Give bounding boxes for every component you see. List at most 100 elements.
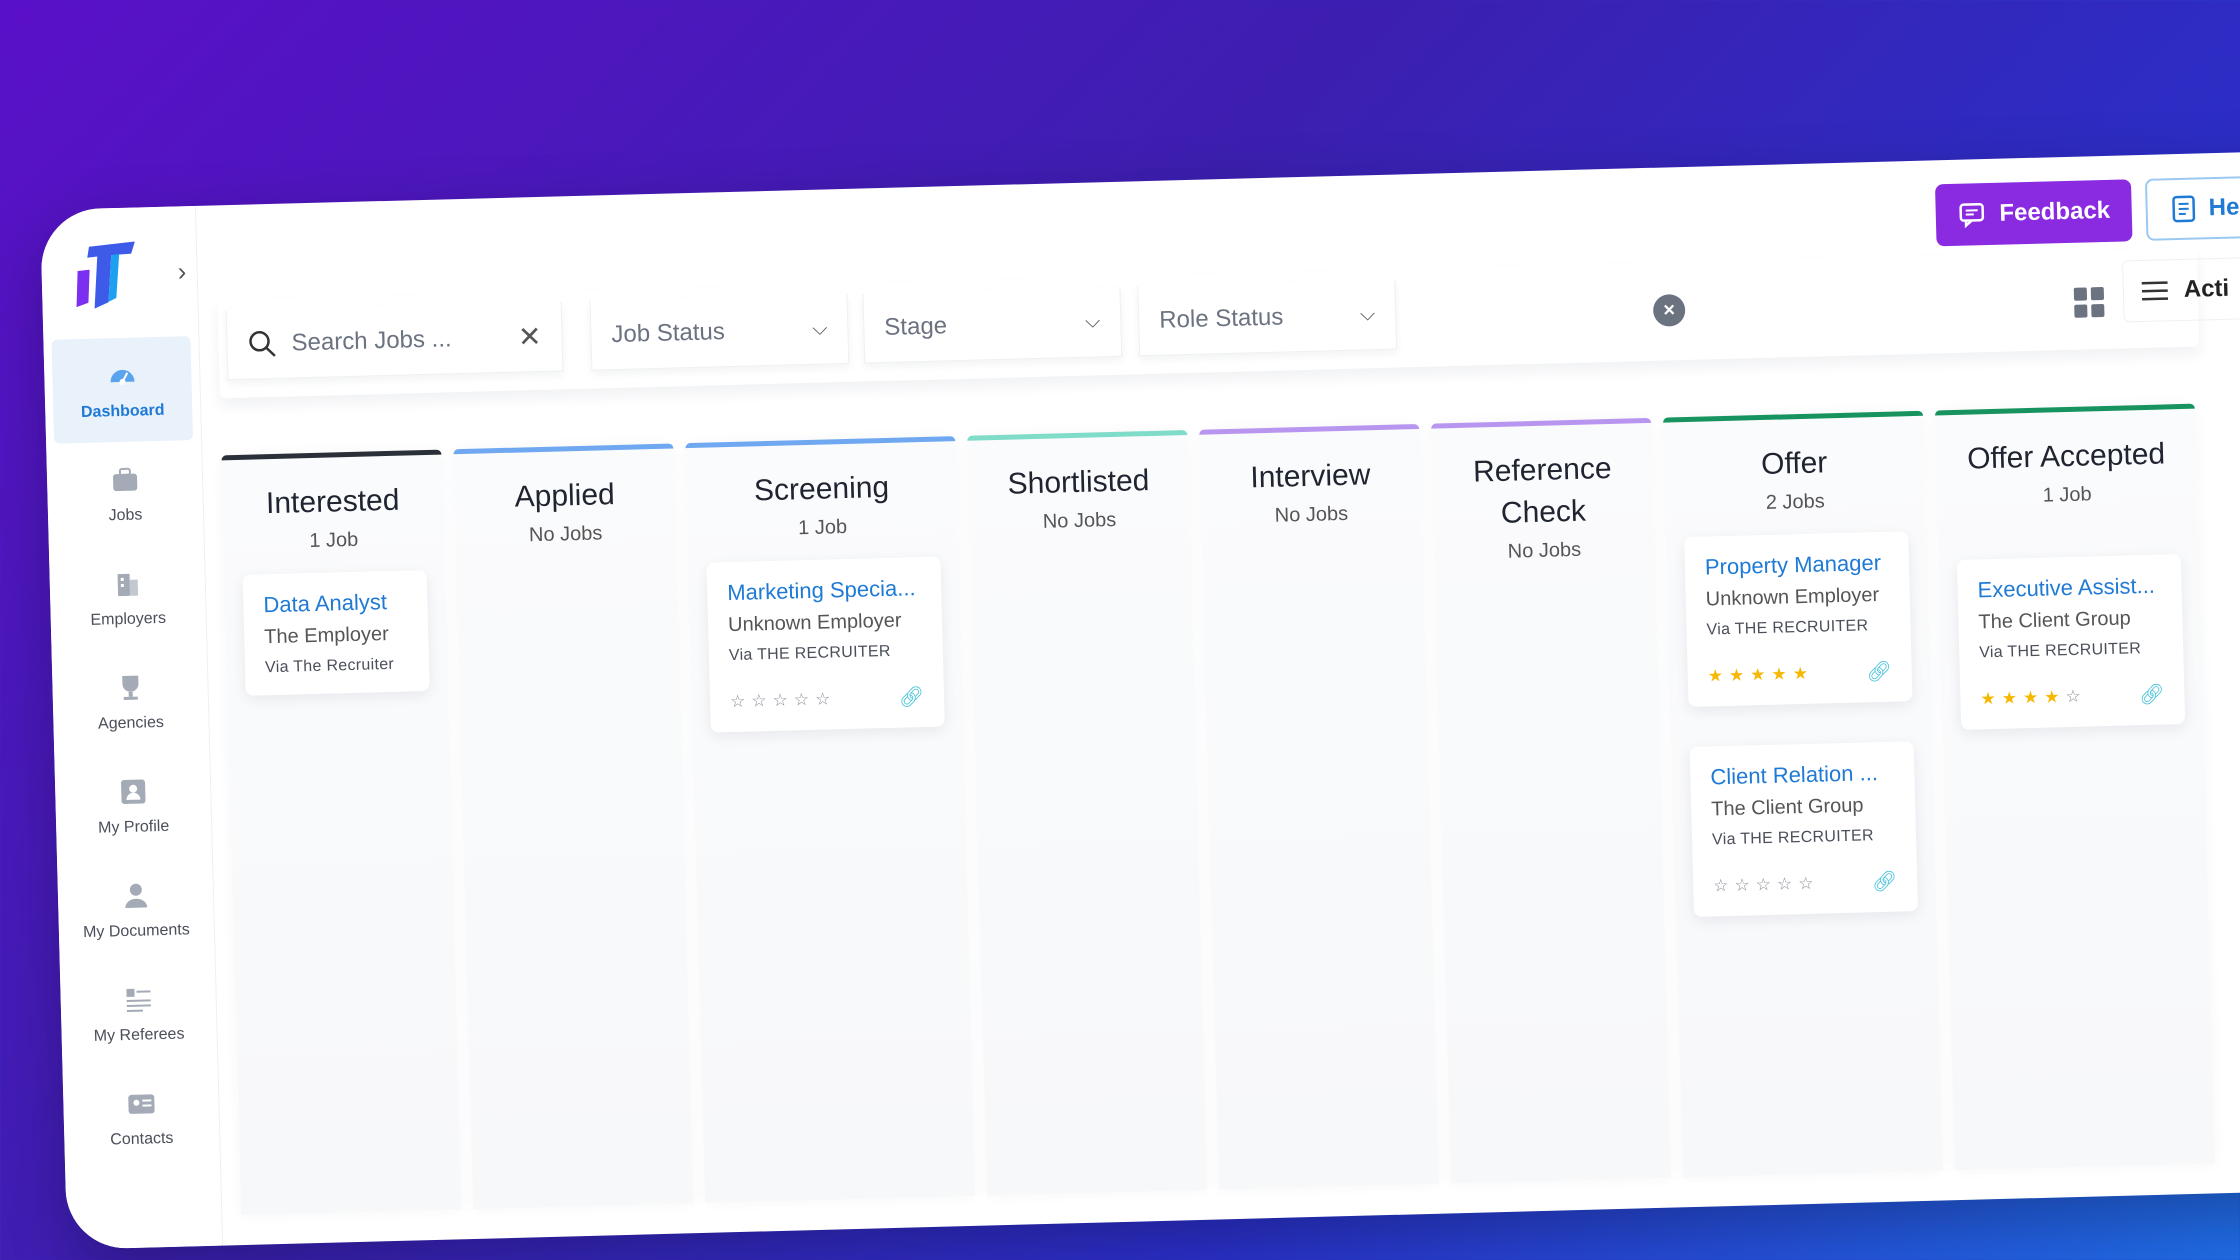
- expand-sidebar-chevron-icon[interactable]: ›: [177, 256, 186, 287]
- sidebar-item-agencies[interactable]: Agencies: [52, 648, 210, 756]
- column-title: Screening: [753, 470, 890, 508]
- search-icon: [249, 330, 276, 357]
- column-job-count: 1 Job: [2042, 483, 2092, 507]
- link-icon[interactable]: 🔗︎: [1866, 659, 1892, 685]
- sidebar-item-dashboard[interactable]: Dashboard: [51, 336, 194, 444]
- star-filled-icon[interactable]: ★: [1729, 665, 1751, 685]
- kanban-column-offer: Offer 2 Jobs Property Manager Unknown Emplo…: [1662, 410, 1943, 1178]
- kanban-column-offer-accepted: Offer Accepted 1 Job Executive Assist... Th…: [1934, 403, 2215, 1171]
- job-title-link[interactable]: Marketing Specia...: [727, 575, 922, 606]
- chevron-down-icon: ⌵: [1084, 310, 1101, 333]
- role-status-label: Role Status: [1158, 302, 1284, 334]
- column-header: Offer 2 Jobs: [1663, 416, 1925, 518]
- star-outline-icon[interactable]: ☆: [1713, 875, 1735, 895]
- star-filled-icon[interactable]: ★: [1750, 664, 1772, 684]
- sidebar-item-jobs[interactable]: Jobs: [46, 440, 204, 548]
- employer-name: Unknown Employer: [1705, 583, 1880, 611]
- job-card[interactable]: Client Relation ... The Client Group Via T…: [1689, 741, 1918, 917]
- star-filled-icon[interactable]: ★: [1792, 663, 1814, 683]
- app-logo[interactable]: [71, 239, 143, 311]
- job-card[interactable]: Property Manager Unknown Employer Via THE …: [1684, 531, 1913, 708]
- job-card[interactable]: Data Analyst The Employer Via The Recruite…: [242, 570, 430, 696]
- column-header: Screening 1 Job: [685, 441, 957, 543]
- contact-card-icon: [123, 1086, 158, 1121]
- sidebar-item-my-profile[interactable]: My Profile: [54, 752, 212, 860]
- column-job-count: No Jobs: [1274, 502, 1349, 527]
- sidebar-item-my-documents[interactable]: My Documents: [57, 856, 215, 964]
- sidebar-item-my-referees[interactable]: My Referees: [60, 960, 218, 1068]
- recruiter-via: Via The Recruiter: [264, 655, 395, 677]
- job-status-label: Job Status: [611, 317, 726, 348]
- column-title: Offer: [1760, 446, 1828, 482]
- column-header: Shortlisted No Jobs: [967, 435, 1189, 536]
- kanban-board: Interested 1 Job Data Analyst The Employer V…: [221, 399, 2240, 1216]
- clear-search-icon[interactable]: ✕: [518, 320, 542, 354]
- star-outline-icon[interactable]: ☆: [1755, 874, 1777, 894]
- star-filled-icon[interactable]: ★: [2044, 687, 2066, 707]
- recruiter-via: Via THE RECRUITER: [728, 642, 891, 665]
- role-status-select[interactable]: Role Status ⌵: [1137, 279, 1398, 357]
- chevron-down-icon: ⌵: [811, 317, 828, 340]
- card-footer: ☆☆☆☆☆ 🔗︎: [730, 684, 925, 714]
- help-button[interactable]: Help: [2144, 175, 2240, 241]
- column-title: Interview: [1249, 458, 1371, 495]
- star-filled-icon[interactable]: ★: [2023, 687, 2045, 707]
- link-icon[interactable]: 🔗︎: [898, 684, 924, 710]
- job-title-link[interactable]: Client Relation ...: [1710, 760, 1895, 791]
- rating-stars[interactable]: ☆☆☆☆☆: [1713, 873, 1820, 896]
- sidebar-item-label: Employers: [90, 609, 167, 629]
- star-outline-icon[interactable]: ☆: [772, 690, 794, 710]
- search-jobs-field[interactable]: Search Jobs ... ✕: [225, 301, 564, 381]
- column-job-count: No Jobs: [1507, 538, 1582, 563]
- job-title-link[interactable]: Property Manager: [1705, 550, 1890, 581]
- rating-stars[interactable]: ★★★★☆: [1980, 686, 2087, 709]
- actions-button[interactable]: Acti: [2122, 256, 2240, 323]
- star-outline-icon[interactable]: ☆: [751, 690, 773, 710]
- help-label: Help: [2208, 192, 2240, 222]
- star-outline-icon[interactable]: ☆: [815, 689, 837, 709]
- column-job-count: 2 Jobs: [1765, 490, 1825, 514]
- rating-stars[interactable]: ☆☆☆☆☆: [730, 689, 837, 712]
- star-filled-icon[interactable]: ★: [1708, 665, 1730, 685]
- employer-name: The Client Group: [1710, 794, 1864, 821]
- kanban-column-screening: Screening 1 Job Marketing Specia... Unknown…: [685, 436, 976, 1203]
- employer-name: The Employer: [263, 623, 390, 649]
- feedback-label: Feedback: [1999, 196, 2111, 227]
- stage-select[interactable]: Stage ⌵: [862, 286, 1123, 364]
- column-title: Shortlisted: [1007, 464, 1150, 501]
- rating-stars[interactable]: ★★★★★: [1708, 663, 1815, 686]
- gauge-icon: [104, 358, 139, 393]
- star-outline-icon[interactable]: ☆: [794, 689, 816, 709]
- clear-filters-icon[interactable]: ×: [1652, 293, 1686, 327]
- card-footer: ★★★★★ 🔗︎: [1707, 659, 1892, 689]
- star-filled-icon[interactable]: ★: [1980, 688, 2002, 708]
- recruiter-via: Via THE RECRUITER: [1706, 617, 1869, 639]
- grid-view-icon[interactable]: [2073, 286, 2106, 319]
- star-outline-icon[interactable]: ☆: [2065, 686, 2087, 706]
- star-outline-icon[interactable]: ☆: [1777, 874, 1799, 894]
- star-outline-icon[interactable]: ☆: [730, 691, 752, 711]
- star-outline-icon[interactable]: ☆: [1734, 875, 1756, 895]
- search-placeholder: Search Jobs ...: [291, 324, 452, 356]
- job-status-select[interactable]: Job Status ⌵: [589, 293, 850, 371]
- sidebar-item-label: My Documents: [82, 921, 190, 942]
- sidebar-item-label: My Profile: [97, 817, 170, 837]
- star-filled-icon[interactable]: ★: [1771, 664, 1793, 684]
- star-filled-icon[interactable]: ★: [2001, 688, 2023, 708]
- kanban-column-shortlisted: Shortlisted No Jobs: [967, 430, 1208, 1196]
- star-outline-icon[interactable]: ☆: [1798, 873, 1820, 893]
- job-title-link[interactable]: Executive Assist...: [1977, 573, 2162, 604]
- job-card[interactable]: Marketing Specia... Unknown Employer Via T…: [706, 556, 945, 733]
- kanban-column-reference-check: Reference Check No Jobs: [1431, 417, 1671, 1184]
- job-card[interactable]: Executive Assist... The Client Group Via T…: [1956, 554, 2186, 730]
- column-title: Interested: [265, 483, 400, 521]
- link-icon[interactable]: 🔗︎: [2139, 682, 2165, 708]
- sidebar-item-contacts[interactable]: Contacts: [62, 1064, 220, 1172]
- job-title-link[interactable]: Data Analyst: [263, 589, 408, 619]
- employer-name: Unknown Employer: [727, 609, 902, 637]
- column-header: Interview No Jobs: [1199, 429, 1421, 530]
- sidebar-nav: Dashboard Jobs Employers Agencies My Pro…: [43, 336, 220, 1172]
- link-icon[interactable]: 🔗︎: [1871, 869, 1898, 895]
- sidebar-item-employers[interactable]: Employers: [49, 544, 207, 652]
- feedback-button[interactable]: Feedback: [1934, 179, 2133, 247]
